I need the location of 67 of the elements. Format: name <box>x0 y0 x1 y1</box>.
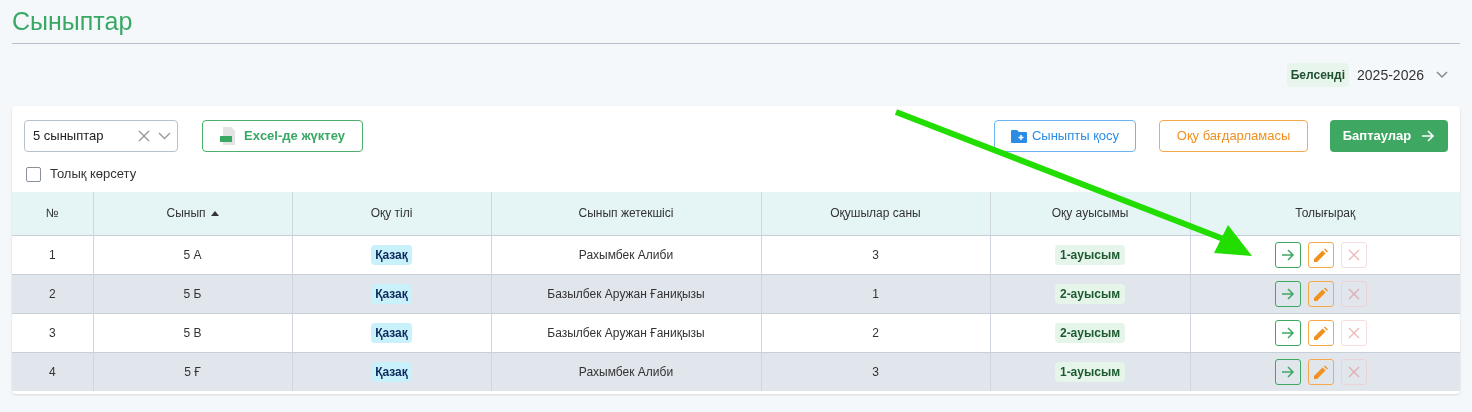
arrow-right-icon <box>1281 248 1296 261</box>
page-title: Сыныптар <box>12 9 133 34</box>
open-button[interactable] <box>1275 358 1302 385</box>
edit-button[interactable] <box>1308 280 1335 307</box>
folder-plus-icon <box>1010 129 1027 143</box>
language-tag: Қазақ <box>371 322 412 343</box>
class-name: 5 В <box>183 325 202 340</box>
curriculum-button[interactable]: Оқу бағдарламасы <box>1159 120 1308 152</box>
row-number: 3 <box>48 325 56 340</box>
teacher-name: Рахымбек Алиби <box>578 247 674 262</box>
arrow-right-icon <box>1281 326 1296 339</box>
arrow-right-icon <box>1281 287 1296 300</box>
student-count: 3 <box>872 247 879 262</box>
shift-tag: 2-ауысым <box>1054 283 1126 304</box>
teacher-name: Базылбек Аружан Ғаниқызы <box>547 325 705 340</box>
class-name: 5 Ғ <box>184 364 201 379</box>
class-name: 5 А <box>183 247 202 262</box>
column-header: Сынып жетекшісі <box>578 205 674 223</box>
checkbox[interactable] <box>26 166 41 182</box>
pencil-icon <box>1314 247 1329 262</box>
column-header[interactable]: Сынып <box>166 204 219 223</box>
student-count: 2 <box>872 325 879 340</box>
language-tag: Қазақ <box>371 361 412 382</box>
teacher-name: Базылбек Аружан Ғаниқызы <box>547 286 705 301</box>
status-badge: Белсенді <box>1286 63 1350 87</box>
pencil-icon <box>1314 364 1329 379</box>
add-class-button[interactable]: Сыныпты қосу <box>994 120 1136 152</box>
language-tag: Қазақ <box>371 283 412 304</box>
shift-tag: 1-ауысым <box>1054 361 1126 382</box>
excel-file-icon <box>220 127 236 145</box>
open-button[interactable] <box>1275 241 1302 268</box>
edit-button[interactable] <box>1308 241 1335 268</box>
clear-icon[interactable] <box>138 130 150 142</box>
student-count: 3 <box>872 364 879 379</box>
teacher-name: Рахымбек Алиби <box>578 364 674 379</box>
edit-button[interactable] <box>1308 319 1335 346</box>
row-number: 2 <box>48 286 56 301</box>
open-button[interactable] <box>1275 319 1302 346</box>
close-icon <box>1348 287 1361 300</box>
class-select[interactable]: 5 сыныптар <box>24 120 178 152</box>
column-header: Оқу тілі <box>370 205 413 223</box>
shift-tag: 2-ауысым <box>1054 322 1126 343</box>
year-dropdown[interactable]: 2025-2026 <box>1357 64 1448 86</box>
pencil-icon <box>1314 286 1329 301</box>
open-button[interactable] <box>1275 280 1302 307</box>
pencil-icon <box>1314 325 1329 340</box>
column-header: Оқушылар саны <box>830 205 921 223</box>
column-header: Толығырақ <box>1295 205 1356 223</box>
column-header: № <box>45 205 59 223</box>
settings-button[interactable]: Баптаулар <box>1330 120 1448 152</box>
checkbox-label: Толық көрсету <box>50 165 137 184</box>
close-icon <box>1348 248 1361 261</box>
column-header: Оқу ауысымы <box>1051 205 1129 223</box>
row-number: 1 <box>48 247 56 262</box>
student-count: 1 <box>872 286 879 301</box>
excel-download-button[interactable]: Excel-де жүктеу <box>202 120 363 152</box>
close-icon <box>1348 326 1361 339</box>
close-icon <box>1348 365 1361 378</box>
arrow-right-icon <box>1421 130 1436 142</box>
chevron-down-icon <box>1436 71 1448 79</box>
edit-button[interactable] <box>1308 358 1335 385</box>
language-tag: Қазақ <box>371 244 412 265</box>
chevron-down-icon <box>158 132 171 140</box>
class-name: 5 Б <box>183 286 202 301</box>
arrow-right-icon <box>1281 365 1296 378</box>
shift-tag: 1-ауысым <box>1054 244 1126 265</box>
row-number: 4 <box>48 364 56 379</box>
